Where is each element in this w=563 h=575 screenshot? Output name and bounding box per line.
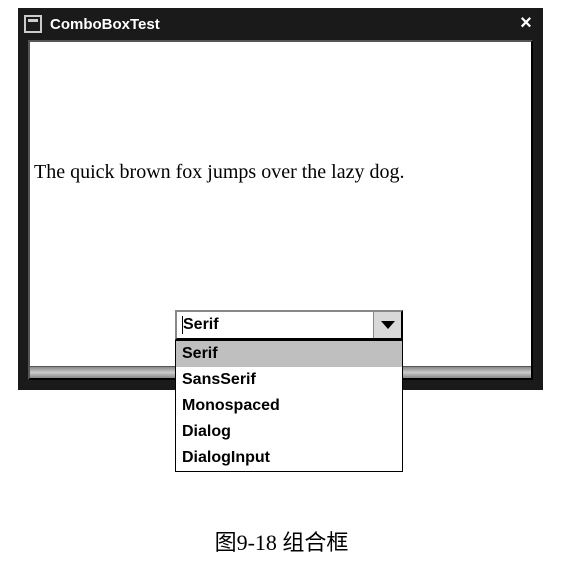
client-area: The quick brown fox jumps over the lazy …	[28, 40, 533, 380]
dropdown-option[interactable]: SansSerif	[176, 367, 402, 393]
text-caret	[182, 316, 183, 334]
dropdown-option[interactable]: Serif	[176, 341, 402, 367]
sample-text: The quick brown fox jumps over the lazy …	[34, 161, 404, 184]
chevron-down-icon	[381, 321, 395, 329]
combobox-value: Serif	[183, 316, 219, 333]
close-button[interactable]: ×	[515, 13, 537, 35]
titlebar[interactable]: ComboBoxTest ×	[18, 8, 543, 40]
window-title: ComboBoxTest	[50, 16, 515, 33]
text-panel: The quick brown fox jumps over the lazy …	[30, 42, 531, 302]
combobox-dropdown: Serif SansSerif Monospaced Dialog Dialog…	[175, 340, 403, 472]
figure-caption: 图9-18 组合框	[0, 525, 563, 557]
font-combobox[interactable]: Serif	[175, 310, 403, 340]
dropdown-option[interactable]: Dialog	[176, 419, 402, 445]
combo-container: Serif	[175, 310, 403, 340]
combobox-arrow-button[interactable]	[373, 312, 401, 338]
dropdown-option[interactable]: DialogInput	[176, 445, 402, 471]
dropdown-option[interactable]: Monospaced	[176, 393, 402, 419]
system-menu-icon[interactable]	[24, 15, 42, 33]
window-frame: ComboBoxTest × The quick brown fox jumps…	[18, 8, 543, 390]
combobox-input[interactable]: Serif	[177, 312, 373, 338]
